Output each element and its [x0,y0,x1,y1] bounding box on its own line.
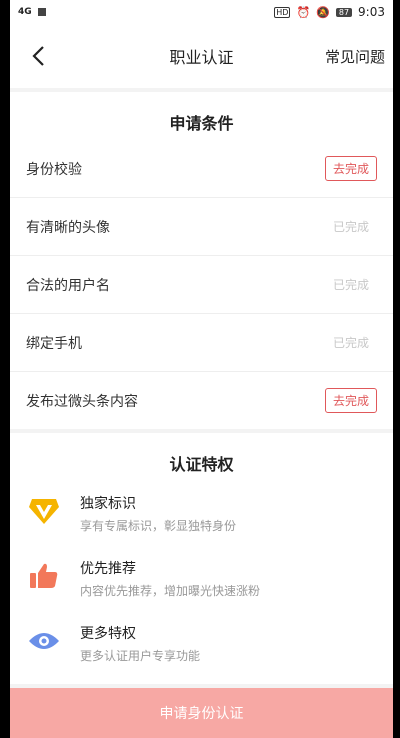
thumbs-up-icon [26,558,62,594]
condition-row: 合法的用户名 已完成 [10,256,393,314]
back-button[interactable] [18,36,58,76]
chevron-left-icon [32,46,44,66]
app-screen: 4G HD ⏰ 🔕 87 9:03 职业认证 常见问题 申请条件 身份校验 去完… [10,0,393,738]
privilege-item: 优先推荐 内容优先推荐，增加曝光快速涨粉 [10,546,393,611]
privilege-title: 优先推荐 [80,561,136,577]
privilege-title: 独家标识 [80,496,136,512]
condition-label: 发布过微头条内容 [26,393,138,410]
mute-icon: 🔕 [316,5,330,19]
condition-row: 绑定手机 已完成 [10,314,393,372]
privilege-desc: 享有专属标识，彰显独特身份 [80,519,237,533]
condition-row: 身份校验 去完成 [10,140,393,198]
conditions-section: 申请条件 身份校验 去完成 有清晰的头像 已完成 合法的用户名 已完成 绑定手机… [10,92,393,429]
condition-label: 身份校验 [26,161,82,178]
clock: 9:03 [358,5,385,19]
completed-status: 已完成 [332,336,369,350]
battery-indicator: 87 [335,7,353,17]
privilege-item: 更多特权 更多认证用户专享功能 [10,611,393,676]
condition-row: 发布过微头条内容 去完成 [10,372,393,429]
completed-status: 已完成 [332,278,369,292]
condition-label: 有清晰的头像 [26,219,110,236]
condition-label: 绑定手机 [26,335,82,352]
eye-icon [26,623,62,659]
condition-label: 合法的用户名 [26,277,110,294]
conditions-title: 申请条件 [169,114,234,133]
condition-row: 有清晰的头像 已完成 [10,198,393,256]
faq-link[interactable]: 常见问题 [325,46,385,67]
privilege-desc: 内容优先推荐，增加曝光快速涨粉 [80,584,261,598]
privileges-section: 认证特权 独家标识 享有专属标识，彰显独特身份 优先推荐 内容优先推荐，增加曝光… [10,433,393,684]
signal-indicator: 4G [18,7,32,17]
privilege-title: 更多特权 [80,626,136,642]
complete-button[interactable]: 去完成 [324,156,377,181]
hd-badge: HD [274,6,291,18]
privilege-item: 独家标识 享有专属标识，彰显独特身份 [10,481,393,546]
complete-button[interactable]: 去完成 [324,388,377,413]
alarm-icon: ⏰ [296,5,311,19]
status-bar: 4G HD ⏰ 🔕 87 9:03 [10,0,393,24]
notification-icon [37,8,46,16]
nav-bar: 职业认证 常见问题 [10,24,393,88]
v-badge-icon [26,493,62,529]
apply-button[interactable]: 申请身份认证 [10,688,393,738]
completed-status: 已完成 [332,220,369,234]
privileges-title: 认证特权 [169,455,234,474]
privilege-desc: 更多认证用户专享功能 [80,649,201,663]
